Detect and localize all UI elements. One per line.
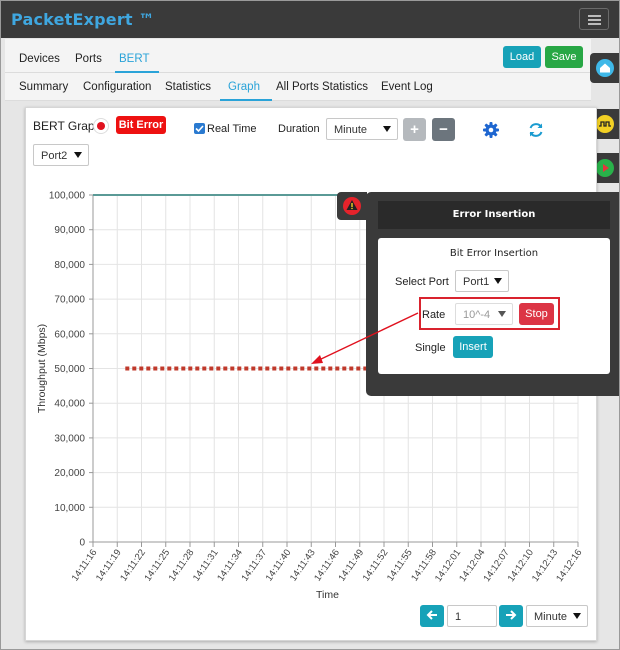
error-insertion-header: Error Insertion xyxy=(378,201,610,229)
error-insertion-title: Error Insertion xyxy=(452,209,536,220)
chevron-down-icon xyxy=(494,278,502,284)
pager-unit-select[interactable]: Minute xyxy=(526,605,588,627)
error-insertion-panel: Error Insertion Bit Error Insertion Sele… xyxy=(366,192,619,396)
select-port-label: Select Port xyxy=(395,276,449,288)
tab-event-log[interactable]: Event Log xyxy=(381,81,433,93)
chevron-down-icon xyxy=(383,126,391,132)
tab-configuration[interactable]: Configuration xyxy=(83,81,151,93)
zoom-in-button[interactable]: + xyxy=(403,118,426,141)
chevron-down-icon xyxy=(74,152,82,158)
tab-bert[interactable]: BERT xyxy=(119,53,149,65)
real-time-label: Real Time xyxy=(207,123,257,135)
refresh-icon[interactable] xyxy=(527,121,545,139)
arrow-left-icon xyxy=(426,610,437,620)
app-window: PacketExpert ™ Devices Ports BERT Load S… xyxy=(0,0,620,650)
tab-summary[interactable]: Summary xyxy=(19,81,68,93)
port-select[interactable]: Port2 xyxy=(33,144,89,166)
insert-button[interactable]: Insert xyxy=(453,336,493,358)
duration-label: Duration xyxy=(278,123,320,135)
tab-all-ports-statistics[interactable]: All Ports Statistics xyxy=(276,81,368,93)
home-icon xyxy=(596,59,614,77)
bit-error-insertion-subtitle: Bit Error Insertion xyxy=(449,248,539,259)
prev-page-button[interactable] xyxy=(420,605,444,627)
menu-toggle-icon[interactable] xyxy=(579,8,609,30)
load-button[interactable]: Load xyxy=(503,46,541,68)
error-insertion-toggle[interactable] xyxy=(337,192,367,220)
save-button[interactable]: Save xyxy=(545,46,583,68)
insertion-port-select[interactable]: Port1 xyxy=(455,270,509,292)
real-time-checkbox[interactable] xyxy=(194,123,205,134)
tab-devices[interactable]: Devices xyxy=(19,53,60,65)
bit-error-insertion-form: Bit Error Insertion Select Port Port1 Ra… xyxy=(378,238,610,374)
signal-wave-icon xyxy=(596,115,614,133)
next-page-button[interactable] xyxy=(499,605,523,627)
graph-title: BERT Graph xyxy=(33,119,102,133)
single-label: Single xyxy=(415,342,446,354)
bit-error-button[interactable]: Bit Error xyxy=(116,116,166,134)
sub-tabs: Summary Configuration Statistics Graph A… xyxy=(5,73,591,101)
record-indicator xyxy=(93,118,109,134)
active-subtab-indicator xyxy=(220,99,272,101)
record-icon xyxy=(97,122,105,130)
zoom-out-button[interactable]: − xyxy=(432,118,455,141)
rate-highlight-box xyxy=(419,297,560,330)
home-side-button[interactable] xyxy=(590,53,619,83)
tab-statistics[interactable]: Statistics xyxy=(165,81,211,93)
duration-select[interactable]: Minute xyxy=(326,118,398,140)
tab-graph[interactable]: Graph xyxy=(228,81,260,93)
settings-gear-icon[interactable] xyxy=(482,121,500,139)
chevron-down-icon xyxy=(573,613,581,619)
top-navbar: PacketExpert ™ xyxy=(1,1,619,38)
app-title: PacketExpert ™ xyxy=(11,10,155,29)
tab-ports[interactable]: Ports xyxy=(75,53,102,65)
arrow-right-icon xyxy=(506,609,517,620)
warning-icon xyxy=(343,197,361,215)
page-number-input[interactable]: 1 xyxy=(447,605,497,627)
play-icon xyxy=(596,159,614,177)
